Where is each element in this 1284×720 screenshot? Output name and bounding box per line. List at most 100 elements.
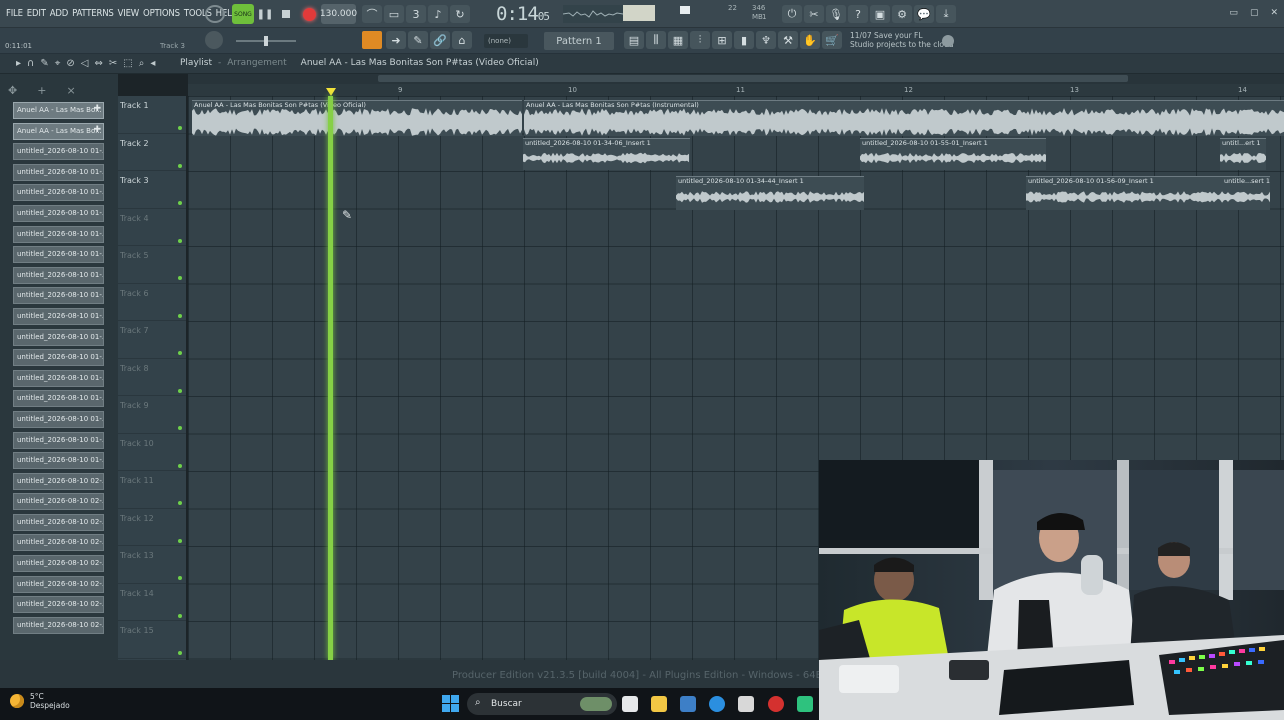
minimize-icon[interactable]: ▭: [1229, 8, 1238, 18]
audio-clip[interactable]: untitled_2026-08-10 01-56-09_Insert 1: [1026, 176, 1222, 210]
track-mute-led[interactable]: [178, 201, 182, 205]
move-icon[interactable]: ✥: [8, 84, 17, 97]
track-header[interactable]: Track 5: [118, 246, 186, 284]
track-header[interactable]: Track 12: [118, 509, 186, 546]
stop-button[interactable]: [277, 4, 295, 24]
steam-icon[interactable]: [738, 696, 754, 712]
clipboard-icon[interactable]: ▮: [734, 31, 754, 49]
track-mute-led[interactable]: [178, 313, 182, 318]
opera-icon[interactable]: [768, 696, 784, 712]
track-mute-led[interactable]: [178, 351, 182, 355]
horizontal-scrollbar[interactable]: [188, 74, 1284, 84]
paint-icon[interactable]: ⌖: [55, 58, 61, 69]
track-header[interactable]: Track 3: [118, 171, 186, 209]
magnet-icon[interactable]: ∩: [27, 58, 34, 69]
browser-clip[interactable]: untitled_2026-08-10 01-...: [13, 369, 104, 387]
fl-studio-taskbar-icon[interactable]: [797, 696, 813, 712]
browser-clip[interactable]: untitled_2026-08-10 01-...: [13, 225, 104, 243]
browser-clip[interactable]: untitled_2026-08-10 01-...: [13, 349, 104, 367]
browser-clip[interactable]: untitled_2026-08-10 01-...: [13, 431, 104, 449]
slip-icon[interactable]: ⇔: [94, 58, 102, 69]
plus-icon[interactable]: +: [37, 84, 46, 97]
audio-clip[interactable]: untitl...ert 1: [1220, 138, 1266, 170]
track-mute-led[interactable]: [178, 463, 182, 468]
download-icon[interactable]: ⤓: [936, 5, 956, 23]
browser-clip[interactable]: untitled_2026-08-10 02-...: [13, 472, 104, 490]
main-volume-knob[interactable]: [205, 31, 223, 49]
plugin-icon[interactable]: ⚙: [892, 5, 912, 23]
track-mute-led[interactable]: [178, 276, 182, 280]
audio-clip[interactable]: Anuel AA - Las Mas Bonitas Son P#tas (Vi…: [192, 100, 522, 136]
close-icon[interactable]: ×: [66, 84, 75, 97]
metronome-icon[interactable]: ⌒: [362, 5, 382, 23]
audio-clip[interactable]: Anuel AA - Las Mas Bonitas Son P#tas (In…: [524, 100, 1284, 136]
audio-clip[interactable]: untitled_2026-08-10 01-55-01_Insert 1: [860, 138, 1046, 170]
browser-clip[interactable]: untitled_2026-08-10 01-...: [13, 246, 104, 264]
song-name[interactable]: Anuel AA - Las Mas Bonitas Son P#tas (Vi…: [301, 58, 539, 68]
audio-clip[interactable]: untitle...sert 1: [1222, 176, 1270, 210]
playhead-line[interactable]: [328, 96, 333, 660]
song-position-marker[interactable]: [326, 88, 336, 96]
menu-options[interactable]: OPTIONS: [143, 8, 180, 19]
browser-icon[interactable]: ⊞: [712, 31, 732, 49]
chat-icon[interactable]: 💬: [914, 5, 934, 23]
browser-clip[interactable]: untitled_2026-08-10 01-...: [13, 266, 104, 284]
countdown-icon[interactable]: 3: [406, 5, 426, 23]
browser-clip[interactable]: untitled_2026-08-10 01-...: [13, 452, 104, 470]
track-mute-led[interactable]: [178, 388, 182, 393]
record-button[interactable]: [299, 4, 319, 24]
browser-clip[interactable]: untitled_2026-08-10 02-...: [13, 596, 104, 614]
weather-widget[interactable]: 5°C Despejado: [10, 692, 70, 710]
cart-icon[interactable]: 🛒: [822, 31, 842, 49]
song-time-display[interactable]: 0:1405: [496, 3, 550, 25]
cloud-news[interactable]: 11/07 Save your FL Studio projects to th…: [850, 31, 954, 49]
browser-clip[interactable]: untitled_2026-08-10 02-...: [13, 493, 104, 511]
menu-view[interactable]: VIEW: [118, 8, 140, 19]
snap-icon[interactable]: [362, 31, 382, 49]
mixer-icon[interactable]: ⫶: [690, 31, 710, 49]
select-icon[interactable]: ⬚: [123, 58, 132, 69]
file-explorer-icon[interactable]: [651, 696, 667, 712]
track-header[interactable]: Track 15: [118, 621, 186, 659]
pencil-icon[interactable]: ✎: [40, 58, 48, 69]
help-icon[interactable]: ?: [848, 5, 868, 23]
widget-icon[interactable]: [580, 697, 612, 711]
browser-clip[interactable]: untitled_2026-08-10 01-...: [13, 410, 104, 428]
link-icon[interactable]: 🔗: [430, 31, 450, 49]
master-pitch-knob[interactable]: [205, 5, 225, 23]
browser-clip[interactable]: untitled_2026-08-10 02-...: [13, 513, 104, 531]
track-mute-led[interactable]: [178, 613, 182, 618]
playlist-icon[interactable]: ▤: [624, 31, 644, 49]
scroll-thumb[interactable]: [378, 75, 1128, 82]
tempo-display[interactable]: 130.000: [320, 4, 357, 24]
track-mute-led[interactable]: [178, 126, 182, 130]
track-mute-led[interactable]: [178, 576, 182, 580]
save-icon[interactable]: ▣: [870, 5, 890, 23]
browser-clip[interactable]: untitled_2026-08-10 01-...: [13, 390, 104, 408]
edge-icon[interactable]: [709, 696, 725, 712]
browser-clip[interactable]: Anuel AA - Las Mas Bo... ✚: [13, 122, 104, 140]
task-view-icon[interactable]: [622, 696, 638, 712]
track-header[interactable]: Track 13: [118, 546, 186, 584]
track-header[interactable]: Track 9: [118, 396, 186, 434]
track-mute-led[interactable]: [178, 538, 182, 543]
track-header[interactable]: Track 11: [118, 471, 186, 509]
menu-add[interactable]: ADD: [50, 8, 69, 19]
play-song-button[interactable]: SONG: [232, 4, 254, 24]
track-header[interactable]: Track 7: [118, 321, 186, 359]
browser-clip[interactable]: untitled_2026-08-10 01-...: [13, 307, 104, 325]
track-header[interactable]: Track 1: [118, 96, 186, 134]
track-header[interactable]: Track 14: [118, 584, 186, 621]
track-header[interactable]: Track 2: [118, 134, 186, 171]
stamp-icon[interactable]: ⌂: [452, 31, 472, 49]
cloud-icon[interactable]: [942, 35, 954, 47]
browser-clip[interactable]: untitled_2026-08-10 02-...: [13, 555, 104, 573]
slice-icon[interactable]: ✂: [109, 58, 117, 69]
tools-icon[interactable]: ⚒: [778, 31, 798, 49]
menu-patterns[interactable]: PATTERNS: [72, 8, 114, 19]
piano-roll-icon[interactable]: ⫼: [646, 31, 666, 49]
browser-clip[interactable]: untitled_2026-08-10 01-...: [13, 328, 104, 346]
browser-clip[interactable]: untitled_2026-08-10 01-...: [13, 143, 104, 161]
arrangement-label[interactable]: Arrangement: [227, 58, 286, 68]
app-icon[interactable]: [680, 696, 696, 712]
